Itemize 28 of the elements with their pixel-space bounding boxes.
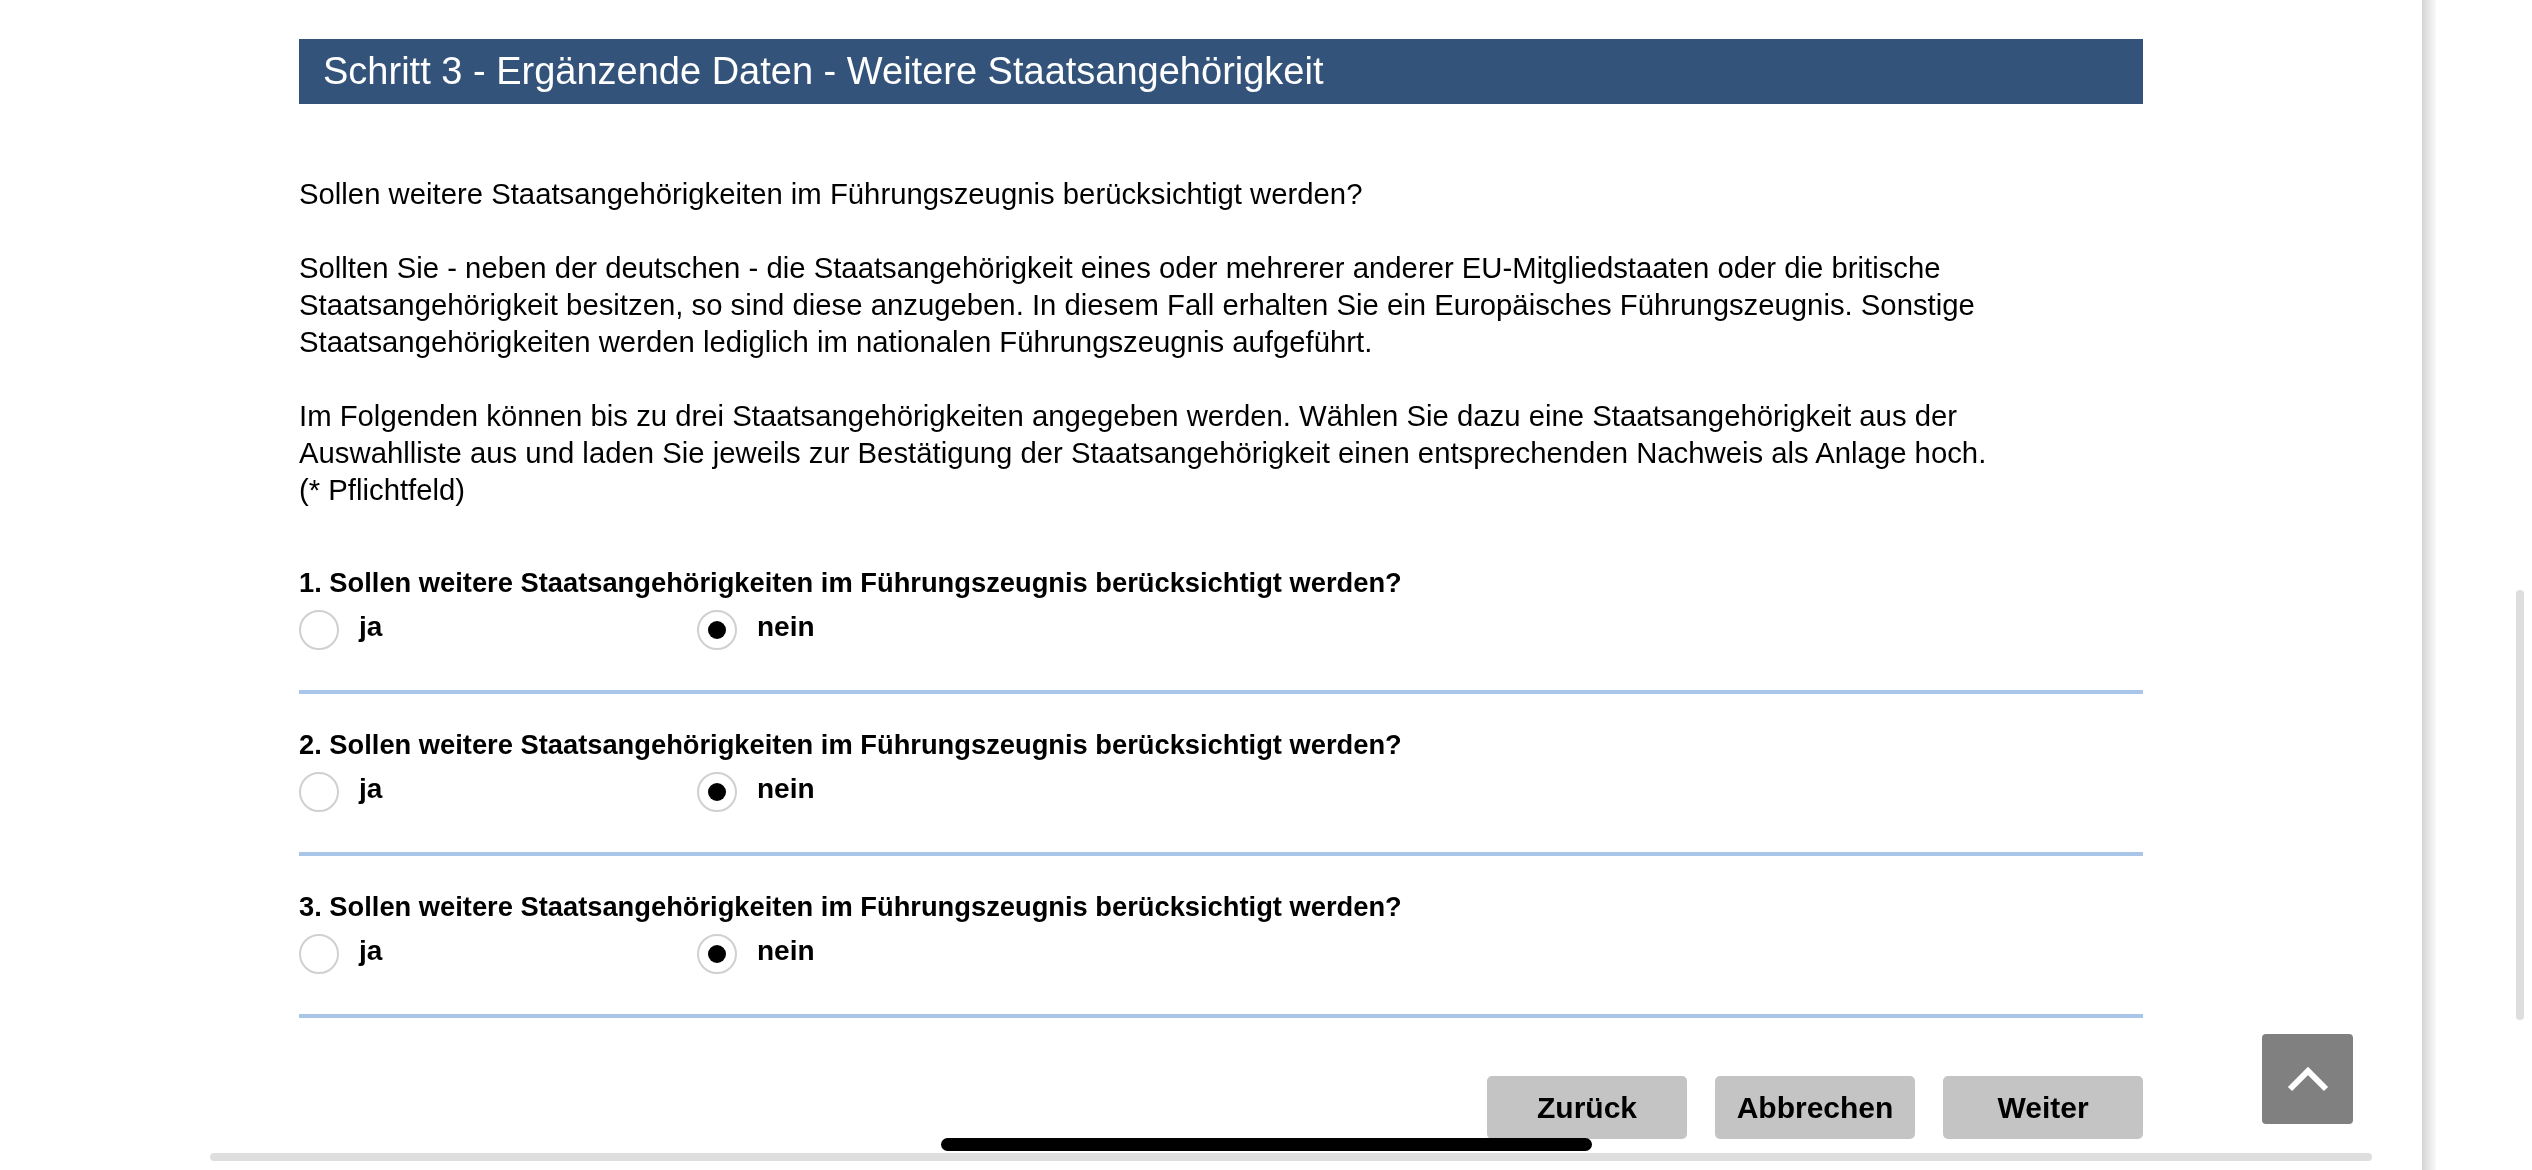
nav-button[interactable]: Abbrechen	[1715, 1076, 1915, 1139]
horizontal-scrollbar[interactable]	[210, 1153, 2372, 1161]
radio-button[interactable]	[697, 610, 737, 650]
step-header: Schritt 3 - Ergänzende Daten - Weitere Staatsangehörigkeit	[299, 39, 2143, 104]
radio-button[interactable]	[299, 772, 339, 812]
intro-paragraph: Sollen weitere Staatsangehörigkeiten im Führungszeugnis berücksichtigt werden?	[299, 176, 1364, 212]
radio-label[interactable]: nein	[757, 773, 815, 805]
nav-button[interactable]: Weiter	[1943, 1076, 2143, 1139]
home-indicator[interactable]	[941, 1138, 1592, 1151]
scroll-to-top-button[interactable]	[2262, 1034, 2353, 1124]
radio-label[interactable]: ja	[359, 935, 383, 967]
question-title: 1. Sollen weitere Staatsangehörigkeiten im Führungszeugnis berücksichtigt werden?	[299, 566, 1403, 600]
question-title: 2. Sollen weitere Staatsangehörigkeiten im Führungszeugnis berücksichtigt werden?	[299, 728, 1403, 762]
intro-paragraph: Im Folgenden können bis zu drei Staatsangehörigkeiten angegeben werden. Wählen Sie dazu eine Staatsangehörigkeit aus der Auswahlliste aus und laden Sie jeweils zur Bestätigung der Staatsangehörigkeit einen entsprechenden Nachweis als Anlage hoch.	[299, 398, 1988, 471]
radio-button[interactable]	[299, 610, 339, 650]
radio-button[interactable]	[697, 934, 737, 974]
chevron-up-icon	[2285, 1065, 2330, 1093]
radio-label[interactable]: ja	[359, 773, 383, 805]
nav-button[interactable]: Zurück	[1487, 1076, 1687, 1139]
intro-paragraph: Sollten Sie - neben der deutschen - die Staatsangehörigkeit eines oder mehrerer anderer EU-Mitgliedstaaten oder die britische Staatsangehörigkeit besitzen, so sind diese anzugeben. In diesem Fall erhalten Sie ein Europäisches Führungszeugnis. Sonstige Staatsangehörigkeiten werden lediglich im nationalen Führungszeugnis aufgeführt.	[299, 250, 1976, 360]
radio-button[interactable]	[697, 772, 737, 812]
radio-label[interactable]: ja	[359, 611, 383, 643]
question-title: 3. Sollen weitere Staatsangehörigkeiten im Führungszeugnis berücksichtigt werden?	[299, 890, 1403, 924]
required-note: (* Pflichtfeld)	[299, 472, 467, 508]
radio-button[interactable]	[299, 934, 339, 974]
radio-label[interactable]: nein	[757, 611, 815, 643]
vertical-scrollbar[interactable]	[2516, 590, 2524, 1020]
radio-label[interactable]: nein	[757, 935, 815, 967]
